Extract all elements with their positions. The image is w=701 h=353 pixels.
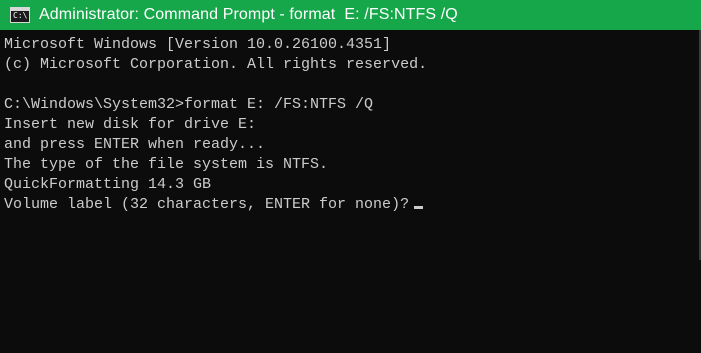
console-output[interactable]: Microsoft Windows [Version 10.0.26100.43…	[4, 35, 701, 353]
title-bar[interactable]: C:\ Administrator: Command Prompt - form…	[0, 0, 701, 30]
icon-prompt-glyph: C:\	[13, 11, 28, 20]
console-line: Insert new disk for drive E:	[4, 116, 257, 133]
text-cursor	[414, 206, 424, 209]
console-line: and press ENTER when ready...	[4, 136, 266, 153]
console-input-line[interactable]: Volume label (32 characters, ENTER for n…	[4, 195, 701, 215]
command-prompt-icon[interactable]: C:\	[10, 7, 30, 23]
console-line: (c) Microsoft Corporation. All rights re…	[4, 56, 428, 73]
command-prompt-window: C:\ Administrator: Command Prompt - form…	[0, 0, 701, 353]
input-prompt: Volume label (32 characters, ENTER for n…	[4, 196, 410, 213]
console-line: The type of the file system is NTFS.	[4, 156, 329, 173]
console-line: QuickFormatting 14.3 GB	[4, 176, 212, 193]
console-line: Microsoft Windows [Version 10.0.26100.43…	[4, 36, 392, 53]
window-title: Administrator: Command Prompt - format E…	[39, 6, 458, 23]
console-line: C:\Windows\System32>format E: /FS:NTFS /…	[4, 96, 374, 113]
